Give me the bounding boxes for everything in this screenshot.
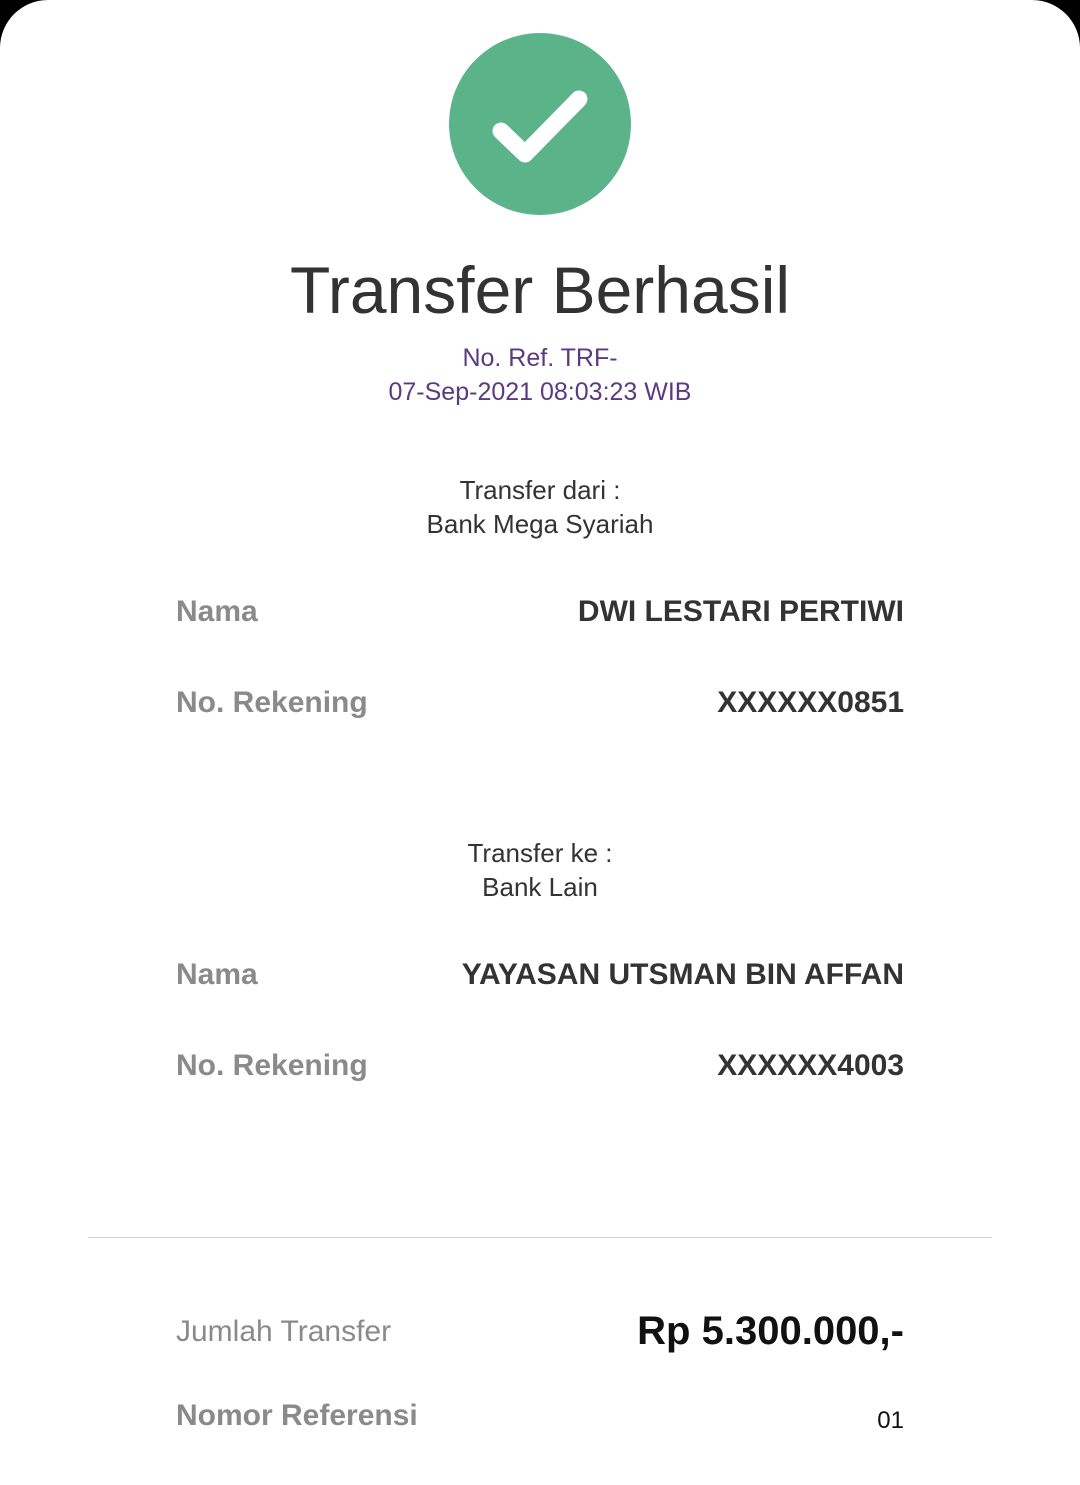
transfer-to-bank: Bank Lain [482, 872, 598, 902]
divider [88, 1237, 992, 1238]
recipient-account-value: XXXXXX4003 [717, 1049, 904, 1082]
recipient-account-row: No. Rekening XXXXXX4003 [176, 1044, 904, 1088]
reference-number-label: Nomor Referensi [176, 1399, 418, 1432]
recipient-name-value: YAYASAN UTSMAN BIN AFFAN [461, 958, 904, 991]
page-title: Transfer Berhasil [289, 253, 791, 327]
sender-account-value: XXXXXX0851 [717, 686, 904, 719]
transfer-amount-value: Rp 5.300.000,- [637, 1309, 904, 1353]
recipient-name-row: Nama YAYASAN UTSMAN BIN AFFAN [176, 953, 904, 997]
sender-name-row: Nama DWI LESTARI PERTIWI [176, 590, 904, 634]
recipient-account-label: No. Rekening [176, 1049, 368, 1082]
reference-number: No. Ref. TRF- [462, 344, 618, 372]
sender-account-label: No. Rekening [176, 686, 368, 719]
reference-number-value: 01 [877, 1407, 904, 1434]
success-checkmark-icon [449, 33, 631, 215]
sender-account-row: No. Rekening XXXXXX0851 [176, 681, 904, 725]
transfer-to-heading: Transfer ke : [467, 838, 613, 868]
transfer-from-bank: Bank Mega Syariah [426, 509, 654, 539]
transfer-from-heading: Transfer dari : [459, 475, 621, 505]
sender-name-value: DWI LESTARI PERTIWI [577, 595, 904, 628]
recipient-name-label: Nama [176, 958, 258, 991]
transfer-amount-label: Jumlah Transfer [176, 1315, 392, 1348]
checkmark-icon [492, 90, 588, 163]
transaction-datetime: 07-Sep-2021 08:03:23 WIB [388, 378, 692, 406]
sender-name-label: Nama [176, 595, 258, 628]
receipt-sheet: Transfer Berhasil No. Ref. TRF- 07-Sep-2… [0, 0, 1080, 1485]
